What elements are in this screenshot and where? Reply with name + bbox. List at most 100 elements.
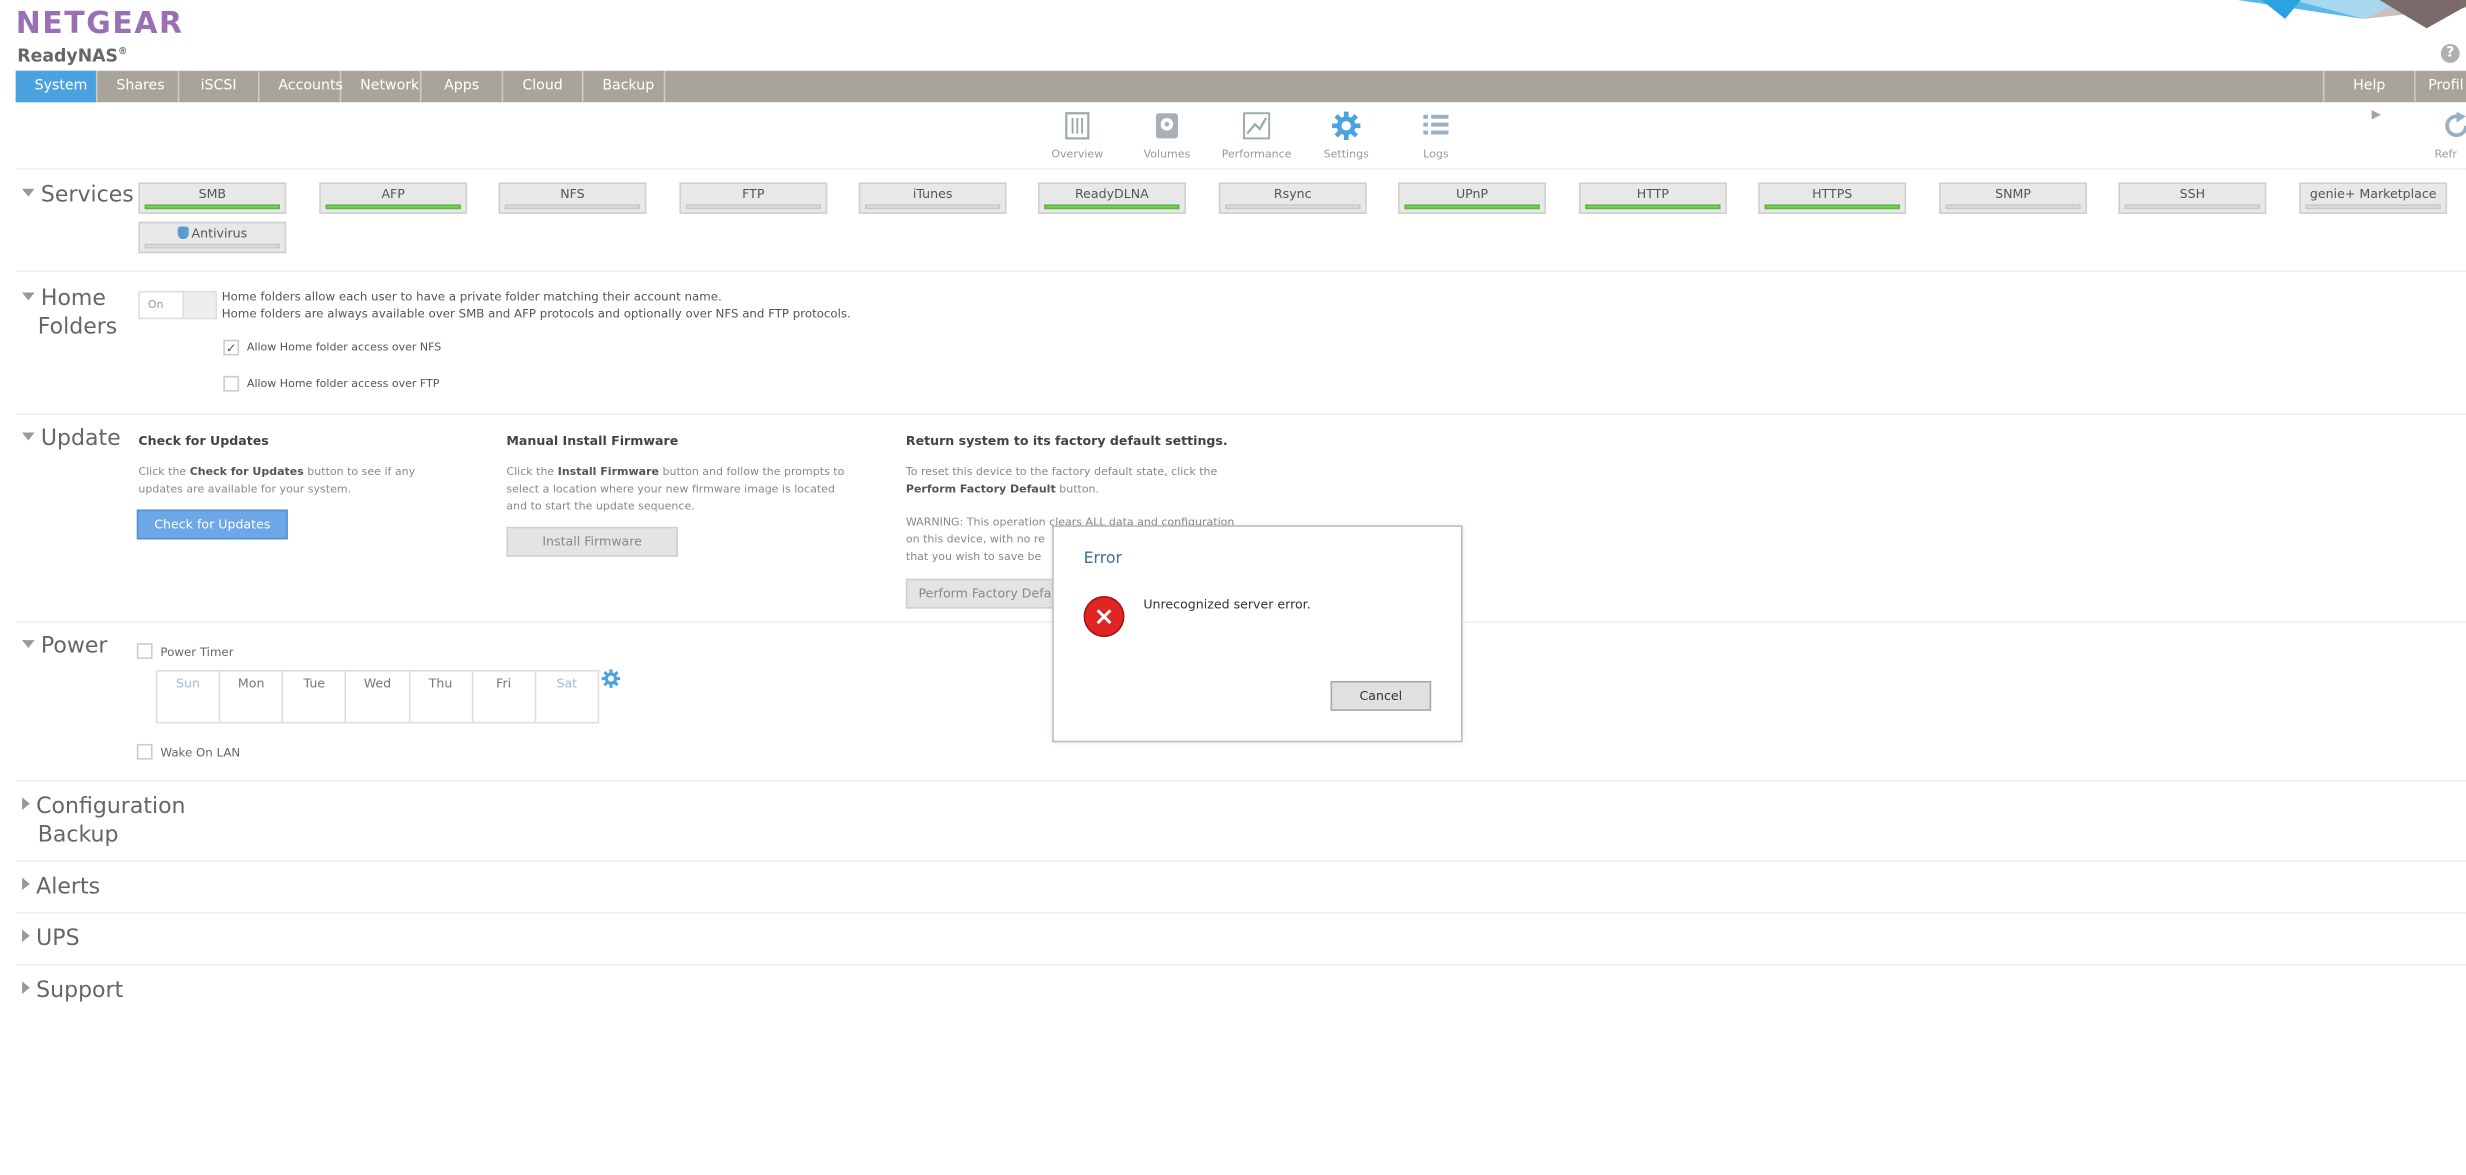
factory-default-heading: Return system to its factory default set… [905, 434, 1228, 449]
ftp-access-label: Allow Home folder access over FTP [246, 377, 440, 391]
power-timer-label: Power Timer [160, 644, 234, 659]
service-snmp[interactable]: SNMP [1939, 182, 2087, 214]
logs-icon [1423, 114, 1449, 135]
section-title: Configuration [36, 794, 186, 820]
section-update-header[interactable]: Update [22, 426, 121, 451]
day-fri[interactable]: Fri [473, 671, 537, 722]
collapse-triangle-icon [22, 639, 35, 648]
service-readydlna[interactable]: ReadyDLNA [1037, 182, 1186, 214]
overview-icon [1065, 112, 1090, 140]
divider [15, 413, 2466, 416]
check-for-updates-button[interactable]: Check for Updates [136, 509, 288, 540]
expand-triangle-icon [22, 797, 30, 810]
service-http[interactable]: HTTP [1578, 182, 1727, 214]
power-schedule-grid: Sun Mon Tue Wed Thu Fri Sat [155, 669, 600, 724]
nfs-access-label: Allow Home folder access over NFS [246, 341, 442, 354]
dialog-message: Unrecognized server error. [1143, 597, 1311, 612]
nav-right-group: Help Profil [2322, 70, 2466, 125]
wake-on-lan-checkbox[interactable] [136, 743, 153, 760]
factory-default-text: To reset this device to the factory defa… [905, 465, 1218, 496]
day-sun[interactable]: Sun [157, 671, 221, 722]
section-title: Support [36, 978, 124, 1004]
help-label: Help [2353, 78, 2386, 95]
help-button[interactable]: Help [2322, 70, 2414, 125]
refresh-button[interactable]: Refr [2435, 110, 2466, 160]
install-firmware-button[interactable]: Install Firmware [506, 526, 678, 557]
tab-shares[interactable]: Shares [98, 70, 180, 103]
service-afp[interactable]: AFP [319, 182, 468, 214]
day-sat[interactable]: Sat [536, 672, 598, 722]
home-folders-toggle[interactable]: On [138, 290, 218, 320]
cancel-button[interactable]: Cancel [1330, 680, 1432, 711]
subnav-performance[interactable]: Performance [1217, 110, 1296, 160]
service-genie-marketplace[interactable]: genie+ Marketplace [2299, 182, 2448, 214]
section-title: Update [40, 426, 121, 452]
section-power-header[interactable]: Power [22, 634, 107, 659]
check-updates-text: Click the Check for Updates button to se… [138, 465, 416, 496]
schedule-gear-icon[interactable] [601, 668, 621, 688]
section-title: Home [40, 286, 106, 312]
tab-iscsi[interactable]: iSCSI [179, 70, 260, 103]
perform-factory-default-button[interactable]: Perform Factory Defau [905, 578, 1054, 609]
section-title: Services [40, 182, 134, 208]
refresh-icon [2445, 111, 2466, 138]
tab-backup[interactable]: Backup [583, 70, 666, 103]
section-ups-header[interactable]: UPS [22, 926, 80, 951]
subnav-volumes[interactable]: Volumes [1128, 110, 1207, 160]
ftp-access-checkbox[interactable] [223, 375, 240, 392]
main-nav-tabs: System Shares iSCSI Accounts Network App… [15, 70, 666, 103]
subnav-logs[interactable]: Logs [1397, 110, 1476, 160]
section-config-backup-header[interactable]: Configuration Backup [22, 793, 186, 850]
section-support-header[interactable]: Support [22, 978, 123, 1003]
service-upnp[interactable]: UPnP [1398, 182, 1546, 214]
service-nfs[interactable]: NFS [498, 182, 647, 214]
error-icon: × [1083, 596, 1125, 637]
manual-install-text: Click the Install Firmware button and fo… [506, 465, 845, 513]
day-tue[interactable]: Tue [284, 671, 347, 722]
subnav-logs-label: Logs [1423, 147, 1449, 161]
tab-network[interactable]: Network [341, 70, 422, 103]
section-alerts-header[interactable]: Alerts [22, 874, 101, 900]
collapse-triangle-icon [22, 431, 35, 440]
manual-install-heading: Manual Install Firmware [506, 434, 679, 449]
error-dialog: Error × Unrecognized server error. Cance… [1052, 525, 1463, 743]
subnav-overview-label: Overview [1051, 147, 1104, 161]
gear-icon [1332, 111, 1361, 140]
day-mon[interactable]: Mon [220, 671, 284, 722]
collapse-triangle-icon [22, 187, 35, 196]
nfs-access-checkbox[interactable]: ✓ [223, 339, 240, 356]
tab-system[interactable]: System [15, 70, 98, 103]
product-name: ReadyNAS® [17, 45, 128, 67]
service-rsync[interactable]: Rsync [1218, 182, 1367, 214]
power-timer-checkbox[interactable] [136, 643, 153, 659]
tab-accounts[interactable]: Accounts [259, 70, 343, 103]
service-smb[interactable]: SMB [138, 182, 287, 214]
expand-triangle-icon [22, 877, 30, 891]
divider [15, 964, 2466, 966]
section-title-line2: Folders [37, 314, 118, 340]
volumes-icon [1155, 113, 1178, 139]
day-wed[interactable]: Wed [347, 671, 410, 722]
divider [15, 860, 2466, 862]
service-https[interactable]: HTTPS [1758, 182, 1907, 214]
subnav-overview[interactable]: Overview [1038, 110, 1117, 160]
service-ssh[interactable]: SSH [2118, 182, 2267, 214]
subnav-settings[interactable]: Settings [1307, 110, 1386, 160]
section-title: UPS [36, 926, 80, 952]
section-title: Power [40, 633, 108, 659]
service-antivirus[interactable]: Antivirus [138, 221, 287, 254]
section-title-line2: Backup [37, 822, 119, 848]
section-title: Alerts [36, 874, 101, 900]
home-folders-description: Home folders allow each user to have a p… [221, 289, 851, 321]
performance-icon [1243, 112, 1271, 140]
service-ftp[interactable]: FTP [679, 182, 828, 214]
section-home-folders-header[interactable]: Home Folders [22, 285, 117, 342]
tab-cloud[interactable]: Cloud [503, 70, 584, 103]
day-thu[interactable]: Thu [410, 671, 473, 722]
help-icon[interactable]: ? [2440, 44, 2460, 63]
divider [15, 912, 2466, 914]
profile-button[interactable]: Profil [2414, 70, 2466, 103]
tab-apps[interactable]: Apps [421, 70, 504, 103]
section-services-header[interactable]: Services [22, 182, 134, 208]
service-itunes[interactable]: iTunes [858, 182, 1007, 214]
